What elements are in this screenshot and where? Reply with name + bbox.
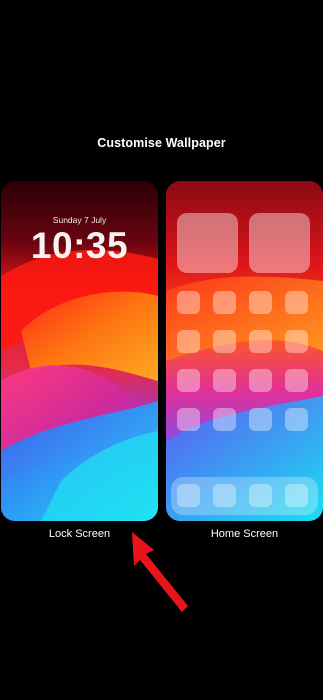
dock-app-icon[interactable] — [177, 484, 200, 507]
customise-wallpaper-screen: Customise Wallpaper Sunday 7 July 10:35 … — [0, 0, 323, 700]
dock-app-icon[interactable] — [285, 484, 308, 507]
lock-time: 10:35 — [30, 225, 129, 266]
lock-date: Sunday 7 July — [52, 215, 107, 225]
widget-large-right[interactable] — [249, 213, 310, 273]
widget-large-left[interactable] — [177, 213, 238, 273]
red-arrow-icon — [132, 532, 188, 612]
app-icon[interactable] — [285, 369, 308, 392]
app-icon[interactable] — [285, 408, 308, 431]
dock-app-icon[interactable] — [213, 484, 236, 507]
app-icon[interactable] — [249, 330, 272, 353]
app-icon[interactable] — [213, 330, 236, 353]
app-icon[interactable] — [249, 291, 272, 314]
app-icon[interactable] — [285, 291, 308, 314]
app-icon[interactable] — [213, 369, 236, 392]
app-icon[interactable] — [213, 408, 236, 431]
dock-app-icon[interactable] — [249, 484, 272, 507]
dock — [171, 477, 318, 515]
app-icon[interactable] — [249, 408, 272, 431]
home-screen-preview[interactable] — [166, 181, 323, 521]
app-icon[interactable] — [249, 369, 272, 392]
app-icon[interactable] — [177, 330, 200, 353]
app-icon[interactable] — [213, 291, 236, 314]
page-title: Customise Wallpaper — [97, 136, 226, 150]
app-icon[interactable] — [177, 291, 200, 314]
app-icon[interactable] — [177, 408, 200, 431]
app-icon[interactable] — [177, 369, 200, 392]
app-icon[interactable] — [285, 330, 308, 353]
lock-screen-preview[interactable]: Sunday 7 July 10:35 — [1, 181, 158, 521]
